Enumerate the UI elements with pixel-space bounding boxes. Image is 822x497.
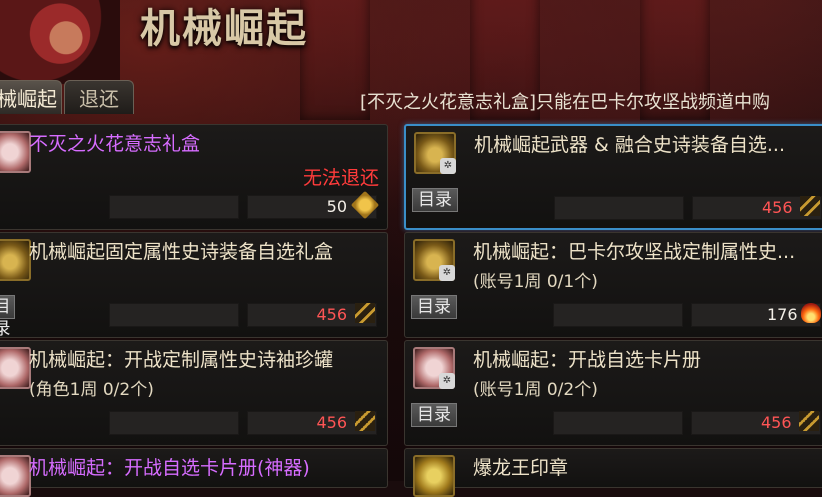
catalog-button[interactable]: 目录: [411, 295, 457, 319]
tab-refund[interactable]: 退还: [64, 80, 134, 114]
treasure-chest-icon: [0, 239, 31, 281]
shop-item-card[interactable]: 机械崛起：开战定制属性史诗袖珍罐 (角色1周 0/2个) 456: [0, 340, 388, 446]
item-price: 176: [767, 305, 798, 324]
catalog-button[interactable]: 目录: [411, 403, 457, 427]
purchase-notice: [不灭之火花意志礼盒]只能在巴卡尔攻坚战频道中购: [360, 92, 771, 113]
tab-shop[interactable]: 械崛起: [0, 80, 62, 114]
item-name: 不灭之火花意志礼盒: [29, 133, 201, 155]
item-name: 爆龙王印章: [473, 457, 569, 479]
item-price: 456: [762, 198, 793, 217]
item-price: 456: [316, 305, 347, 324]
item-slot: [553, 411, 683, 435]
treasure-chest-icon: ✲: [413, 239, 455, 281]
gear-icon: ✲: [440, 158, 456, 174]
treasure-chest-icon: ✲: [414, 132, 456, 174]
item-price: 50: [326, 197, 347, 216]
item-name: 机械崛起：开战自选卡片册: [473, 349, 702, 371]
item-slot: [109, 195, 239, 219]
mechanical-coin-icon: [355, 411, 375, 431]
card-album-icon: ✲: [413, 347, 455, 389]
page-title: 机械崛起: [140, 6, 308, 52]
fire-spark-icon: [801, 303, 821, 323]
purchase-limit: (账号1周 0/1个): [473, 272, 598, 292]
shop-item-card[interactable]: ✲ 目录 机械崛起：开战自选卡片册 (账号1周 0/2个) 456: [404, 340, 822, 446]
item-name: 机械崛起武器 & 融合史诗装备自选...: [474, 134, 786, 156]
gift-box-icon: [0, 131, 31, 173]
shop-item-card-selected[interactable]: ✲ 目录 机械崛起武器 & 融合史诗装备自选... 456: [404, 124, 822, 230]
refund-status: 无法退还: [302, 167, 379, 189]
jar-icon: [0, 347, 31, 389]
item-slot: [553, 303, 683, 327]
mechanical-coin-icon: [355, 303, 375, 323]
npc-portrait: [0, 0, 120, 84]
item-slot: [554, 196, 684, 220]
dragon-seal-icon: [413, 455, 455, 497]
shop-item-card[interactable]: 不灭之火花意志礼盒 无法退还 50: [0, 124, 388, 230]
item-price: 456: [761, 413, 792, 432]
mechanical-coin-icon: [800, 196, 820, 216]
catalog-button[interactable]: 目录: [412, 188, 458, 212]
item-price: 456: [316, 413, 347, 432]
gear-icon: ✲: [439, 265, 455, 281]
item-name: 机械崛起固定属性史诗装备自选礼盒: [29, 241, 334, 263]
shop-item-card[interactable]: ✲ 目录 机械崛起：巴卡尔攻坚战定制属性史... (账号1周 0/1个) 176: [404, 232, 822, 338]
shop-item-card[interactable]: 爆龙王印章: [404, 448, 822, 497]
item-slot: [109, 303, 239, 327]
shop-item-card[interactable]: 目录 机械崛起固定属性史诗装备自选礼盒 456: [0, 232, 388, 339]
shop-item-card[interactable]: 机械崛起：开战自选卡片册(神器): [0, 448, 388, 497]
item-slot: [109, 411, 239, 435]
item-name: 机械崛起：开战定制属性史诗袖珍罐: [29, 349, 334, 371]
card-album-icon: [0, 455, 31, 497]
catalog-button[interactable]: 目录: [0, 295, 15, 339]
purchase-limit: (账号1周 0/2个): [473, 380, 598, 400]
mechanical-coin-icon: [799, 411, 819, 431]
item-name: 机械崛起：开战自选卡片册(神器): [29, 457, 310, 479]
item-name: 机械崛起：巴卡尔攻坚战定制属性史...: [473, 241, 796, 263]
gear-icon: ✲: [439, 373, 455, 389]
purchase-limit: (角色1周 0/2个): [29, 380, 154, 400]
